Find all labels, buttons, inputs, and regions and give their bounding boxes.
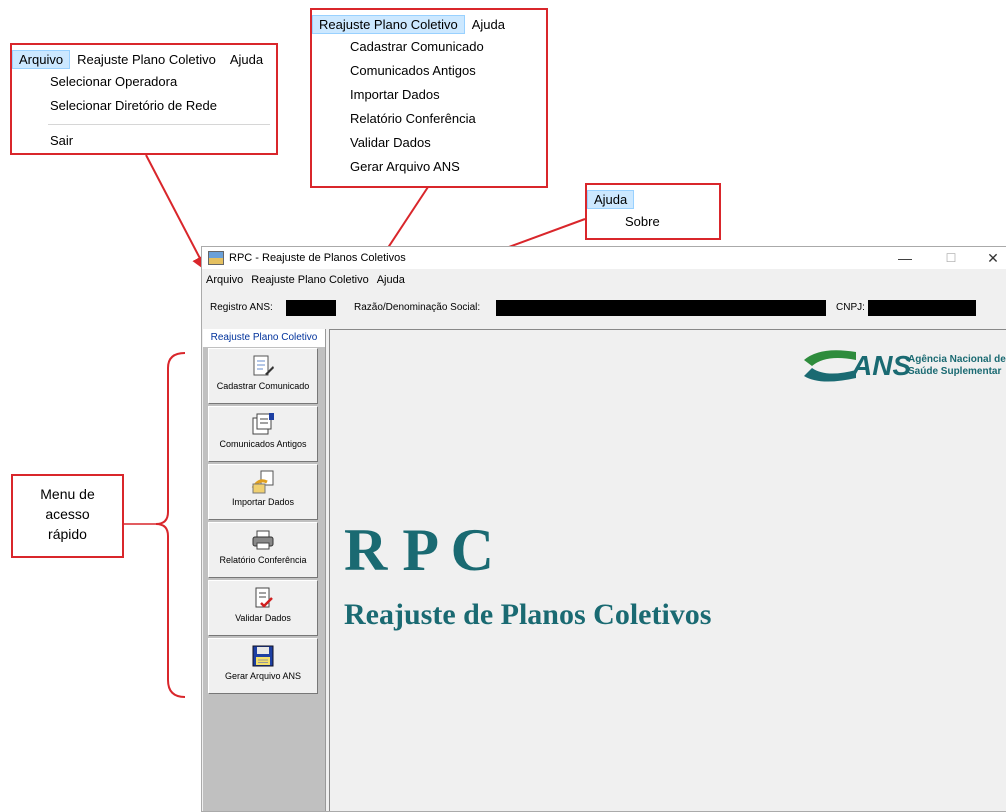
menu-item-cadastrar-comunicado[interactable]: Cadastrar Comunicado [312,35,546,59]
app-window: RPC - Reajuste de Planos Coletivos — ☐ ✕… [201,246,1006,812]
cnpj-label: CNPJ: [836,302,865,313]
menu-arquivo[interactable]: Arquivo [202,274,247,286]
callout-arquivo-menu: Arquivo Reajuste Plano Coletivo Ajuda Se… [10,43,278,155]
menu-item-selecionar-operadora[interactable]: Selecionar Operadora [12,70,276,94]
minimize-button[interactable]: — [882,247,928,269]
callout-ajuda-menu: Ajuda Sobre [585,183,721,240]
sidebar-button-label: Relatório Conferência [219,555,307,565]
menu-arquivo[interactable]: Arquivo [12,49,71,69]
comunicados-antigos-button[interactable]: Comunicados Antigos [208,406,318,462]
validate-checklist-icon [251,586,275,610]
cadastrar-comunicado-button[interactable]: Cadastrar Comunicado [208,348,318,404]
printer-icon [251,528,275,552]
quick-access-brace [155,352,186,698]
document-edit-icon [251,354,275,378]
sidebar-header: Reajuste Plano Coletivo [203,329,325,347]
ans-logo-subtitle: Saúde Suplementar [908,366,1002,377]
main-panel: ANS Agência Nacional de Saúde Suplementa… [329,329,1006,811]
menu-separator [48,124,270,125]
close-button[interactable]: ✕ [970,247,1006,269]
callout-arquivo-menubar: Arquivo Reajuste Plano Coletivo Ajuda [12,48,276,70]
relatorio-conferencia-button[interactable]: Relatório Conferência [208,522,318,578]
menu-reajuste[interactable]: Reajuste Plano Coletivo [312,14,465,34]
annotation-line: acesso [45,506,90,522]
menu-item-selecionar-diretorio[interactable]: Selecionar Diretório de Rede [12,94,276,118]
floppy-disk-icon [251,644,275,668]
razao-social-label: Razão/Denominação Social: [354,302,481,313]
menu-item-validar-dados[interactable]: Validar Dados [312,131,546,155]
page-subtitle: Reajuste de Planos Coletivos [344,598,712,631]
document-history-icon [251,412,275,436]
window-menubar: Arquivo Reajuste Plano Coletivo Ajuda [202,271,409,289]
gerar-arquivo-ans-button[interactable]: Gerar Arquivo ANS [208,638,318,694]
menu-item-importar-dados[interactable]: Importar Dados [312,83,546,107]
annotation-line: rápido [48,526,87,542]
ans-logo: ANS Agência Nacional de Saúde Suplementa… [800,346,1006,386]
menu-item-sair[interactable]: Sair [12,129,276,153]
importar-dados-button[interactable]: Importar Dados [208,464,318,520]
callout-ajuda-menubar: Ajuda [587,188,719,210]
registro-ans-field [286,300,336,316]
sidebar-button-label: Validar Dados [235,613,291,623]
maximize-button[interactable]: ☐ [928,247,974,269]
sidebar-button-label: Importar Dados [231,497,295,507]
menu-item-gerar-arquivo-ans[interactable]: Gerar Arquivo ANS [312,155,546,179]
menu-reajuste[interactable]: Reajuste Plano Coletivo [247,274,372,286]
ans-logo-subtitle: Agência Nacional de [908,354,1006,365]
menu-reajuste[interactable]: Reajuste Plano Coletivo [70,50,223,69]
ans-logo-mark [804,350,856,382]
arrow-arquivo [145,154,207,272]
menu-item-relatorio-conferencia[interactable]: Relatório Conferência [312,107,546,131]
page-title: R P C [344,517,494,583]
sidebar-button-label: Comunicados Antigos [219,439,307,449]
app-icon [208,251,224,265]
razao-social-field [496,300,826,316]
sidebar-button-label: Gerar Arquivo ANS [224,671,302,681]
callout-reajuste-menubar: Reajuste Plano Coletivo Ajuda [312,13,546,35]
cnpj-field [868,300,976,316]
menu-item-sobre[interactable]: Sobre [587,210,719,234]
callout-reajuste-menu: Reajuste Plano Coletivo Ajuda Cadastrar … [310,8,548,188]
menu-ajuda[interactable]: Ajuda [223,50,270,69]
quick-access-annotation: Menu de acesso rápido [11,474,124,558]
window-title: RPC - Reajuste de Planos Coletivos [229,252,406,264]
quick-access-sidebar: Reajuste Plano Coletivo Cadastrar Comuni… [203,329,326,811]
import-icon [251,470,275,494]
annotation-line: Menu de [40,486,95,502]
menu-ajuda[interactable]: Ajuda [465,15,512,34]
menu-ajuda[interactable]: Ajuda [373,274,409,286]
menu-item-comunicados-antigos[interactable]: Comunicados Antigos [312,59,546,83]
registro-ans-label: Registro ANS: [210,302,273,313]
ans-logo-text: ANS [852,350,912,381]
operator-info-bar: Registro ANS: Razão/Denominação Social: … [204,297,1006,319]
menu-ajuda[interactable]: Ajuda [587,189,635,209]
validar-dados-button[interactable]: Validar Dados [208,580,318,636]
sidebar-button-label: Cadastrar Comunicado [216,381,310,391]
